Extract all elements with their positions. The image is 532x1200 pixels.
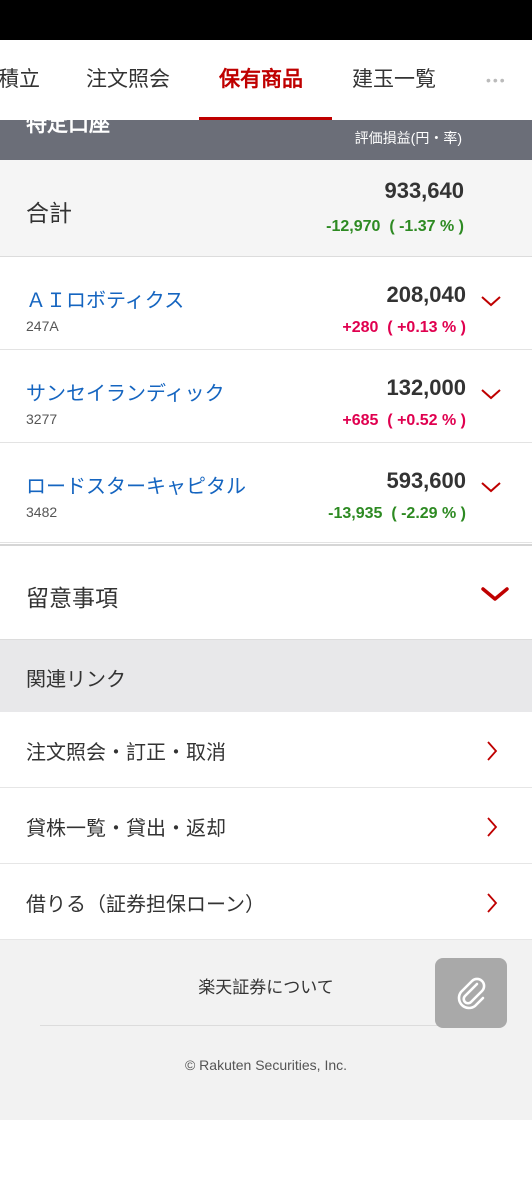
notes-label: 留意事項 <box>26 585 118 611</box>
stock-value: 132,000 <box>386 375 466 400</box>
stock-change: +280 ( +0.13 % ) <box>342 319 466 337</box>
total-change: -12,970 ( -1.37 % ) <box>326 218 464 236</box>
stock-change-amount: +685 <box>342 412 379 429</box>
related-links-title: 関連リンク <box>26 669 126 691</box>
chevron-down-icon[interactable] <box>480 294 502 308</box>
related-links-header: 関連リンク <box>0 640 532 712</box>
stock-name[interactable]: サンセイランディック <box>26 377 225 406</box>
stock-row[interactable]: ＡＩロボティクス 247A 208,040 +280 ( +0.13 % ) <box>0 258 532 350</box>
link-stock-lending[interactable]: 貸株一覧・貸出・返却 <box>0 788 532 864</box>
paperclip-icon <box>457 977 486 1010</box>
stock-value: 593,600 <box>386 468 466 493</box>
chevron-down-icon[interactable] <box>480 586 510 602</box>
stock-change-pct: ( +0.13 % ) <box>387 319 466 336</box>
account-title: 特定口座 <box>26 120 110 136</box>
total-value: 933,640 <box>384 178 464 203</box>
stock-value: 208,040 <box>386 282 466 307</box>
chevron-down-icon[interactable] <box>480 387 502 401</box>
link-label[interactable]: 借りる（証券担保ローン） <box>26 888 265 917</box>
total-row: 合計 933,640 -12,970 ( -1.37 % ) <box>0 160 532 257</box>
notes-accordion[interactable]: 留意事項 <box>0 544 532 640</box>
stock-code: 247A <box>26 318 59 334</box>
copyright: © Rakuten Securities, Inc. <box>184 1057 348 1073</box>
chevron-down-icon[interactable] <box>480 480 502 494</box>
stock-change: -13,935 ( -2.29 % ) <box>328 505 466 523</box>
total-change-pct: ( -1.37 % ) <box>389 218 464 235</box>
stock-change-pct: ( +0.52 % ) <box>387 412 466 429</box>
stock-row[interactable]: ロードスターキャピタル 3482 593,600 -13,935 ( -2.29… <box>0 444 532 543</box>
tab-holdings[interactable]: 保有商品 <box>219 40 303 120</box>
chevron-right-icon <box>487 741 498 761</box>
chevron-right-icon <box>487 817 498 837</box>
stock-change-amount: -13,935 <box>328 505 383 522</box>
stock-name[interactable]: ロードスターキャピタル <box>26 470 246 499</box>
stock-name[interactable]: ＡＩロボティクス <box>26 284 184 313</box>
stock-code: 3482 <box>26 504 58 520</box>
stock-change: +685 ( +0.52 % ) <box>342 412 466 430</box>
link-label[interactable]: 注文照会・訂正・取消 <box>26 736 226 765</box>
chevron-right-icon <box>487 893 498 913</box>
tab-order-inquiry[interactable]: 注文照会 <box>86 40 170 120</box>
stock-row[interactable]: サンセイランディック 3277 132,000 +685 ( +0.52 % ) <box>0 351 532 443</box>
stock-change-pct: ( -2.29 % ) <box>391 505 466 522</box>
attach-button[interactable] <box>435 958 507 1028</box>
stock-change-amount: +280 <box>342 319 379 336</box>
account-header: 特定口座 評価損益(円・率) <box>0 120 532 160</box>
tab-bar: 積立 注文照会 保有商品 建玉一覧 <box>0 40 532 120</box>
total-label: 合計 <box>26 200 72 226</box>
stock-code: 3277 <box>26 411 58 427</box>
link-securities-loan[interactable]: 借りる（証券担保ローン） <box>0 864 532 940</box>
total-change-amount: -12,970 <box>326 218 381 235</box>
status-bar <box>0 0 532 40</box>
tab-tsumitate[interactable]: 積立 <box>0 40 40 120</box>
tab-positions[interactable]: 建玉一覧 <box>352 40 436 120</box>
link-order-inquiry[interactable]: 注文照会・訂正・取消 <box>0 712 532 788</box>
link-label[interactable]: 貸株一覧・貸出・返却 <box>26 812 226 841</box>
pnl-column-label: 評価損益(円・率) <box>354 130 462 146</box>
more-tabs-icon[interactable]: ••• <box>486 40 507 120</box>
footer-divider <box>40 1025 492 1026</box>
